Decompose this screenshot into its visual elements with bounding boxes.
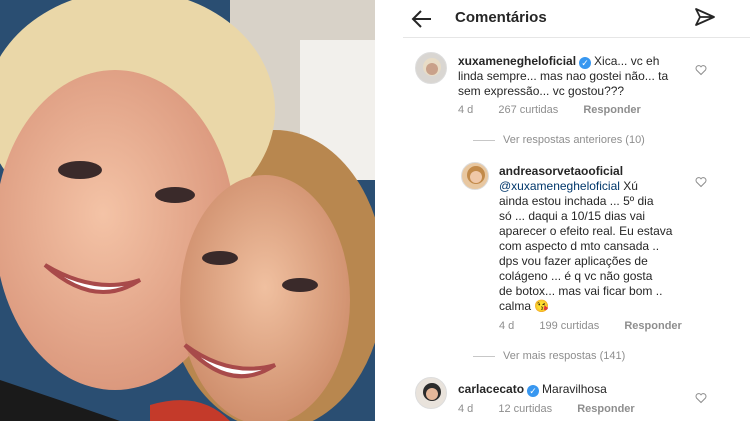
comment-line: só ... daqui a 10/15 dias vai [499, 209, 646, 223]
comment-line: linda sempre... mas nao gostei não... ta [458, 69, 669, 83]
comment-time: 4 d [499, 320, 515, 332]
avatar-image [423, 383, 441, 401]
reply-button[interactable]: Responder [577, 403, 634, 415]
comments-header: Comentários [403, 0, 750, 38]
back-arrow-icon[interactable] [409, 6, 435, 32]
selfie-illustration [0, 0, 375, 421]
send-icon[interactable] [693, 6, 717, 30]
like-heart-icon[interactable] [695, 392, 707, 404]
comment-meta: 4 d 12 curtidas Responder [458, 403, 657, 415]
avatar-image [423, 58, 441, 76]
comment-likes[interactable]: 199 curtidas [539, 320, 599, 332]
like-heart-icon[interactable] [695, 64, 707, 76]
reply-button[interactable]: Responder [583, 104, 640, 116]
page-title: Comentários [455, 9, 547, 26]
verified-badge-icon: ✓ [579, 57, 592, 69]
comment-line: Maravilhosa [542, 382, 607, 396]
thread-line [473, 139, 495, 141]
comment-line: com aspecto d mto cansada .. [499, 239, 660, 253]
view-more-label: Ver mais respostas (141) [503, 350, 626, 362]
comment-line: de botox... mas vai ficar bom .. [499, 284, 663, 298]
comment-line: colágeno ... é q vc não gosta [499, 269, 653, 283]
reply-meta: 4 d 199 curtidas Responder [499, 320, 704, 332]
comment-body: xuxamenegheloficial ✓ Xica... vc eh linda … [458, 54, 708, 99]
comment-line: Xú [623, 179, 638, 193]
comments-panel: Comentários xuxamenegheloficial ✓ Xica... … [403, 0, 750, 421]
view-previous-label: Ver respostas anteriores (10) [503, 134, 645, 146]
comment-meta: 4 d 267 curtidas Responder [458, 104, 663, 116]
mention-link[interactable]: @xuxamenegheloficial [499, 179, 620, 193]
comment-line: dps vou fazer aplicações de [499, 254, 648, 268]
comment-body: carlacecato ✓ Maravilhosa [458, 382, 708, 397]
comment-likes[interactable]: 267 curtidas [498, 104, 558, 116]
avatar[interactable] [415, 377, 447, 409]
view-previous-replies[interactable]: Ver respostas anteriores (10) [473, 134, 645, 146]
comment-line: ainda estou inchada ... 5º dia [499, 194, 654, 208]
reply-button[interactable]: Responder [624, 320, 681, 332]
like-heart-icon[interactable] [695, 176, 707, 188]
comment-username[interactable]: xuxamenegheloficial [458, 54, 576, 68]
comment-time: 4 d [458, 104, 474, 116]
avatar[interactable] [461, 162, 489, 190]
comment-line: Xica... vc eh [594, 54, 660, 68]
view-more-replies[interactable]: Ver mais respostas (141) [473, 350, 625, 362]
selfie-photo [0, 0, 375, 421]
panel-gap [375, 0, 403, 421]
avatar-image [467, 166, 485, 184]
verified-badge-icon: ✓ [527, 385, 540, 397]
thread-line [473, 355, 495, 357]
comment-username[interactable]: carlacecato [458, 382, 524, 396]
comment-line: calma 😘 [499, 299, 550, 313]
comment-time: 4 d [458, 403, 474, 415]
comment-username[interactable]: andreasorvetaooficial [499, 164, 623, 178]
reply-body: andreasorvetaooficial @xuxameneghelofici… [499, 164, 709, 314]
comment-line: sem expressão... vc gostou??? [458, 84, 625, 98]
comment-likes[interactable]: 12 curtidas [498, 403, 552, 415]
comment-line: aparecer o efeito real. Eu estava [499, 224, 673, 238]
avatar[interactable] [415, 52, 447, 84]
